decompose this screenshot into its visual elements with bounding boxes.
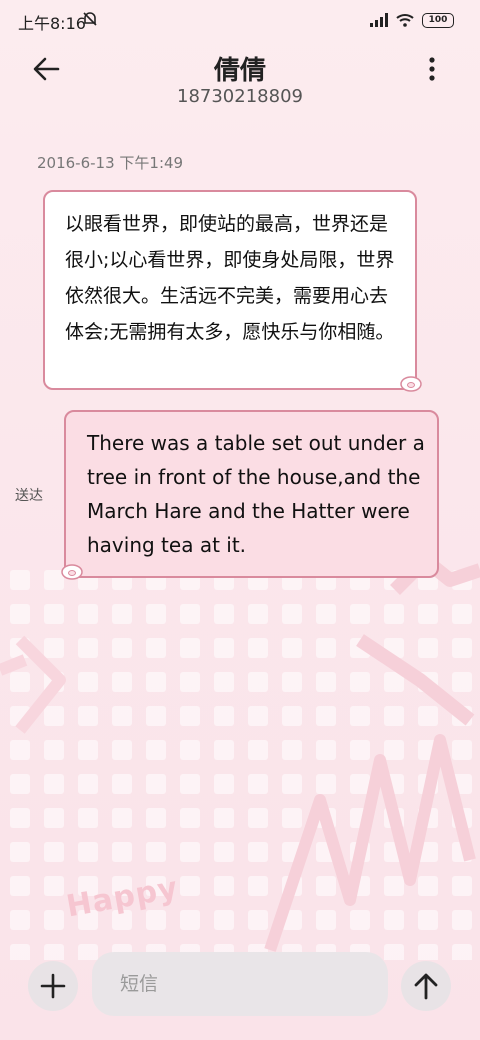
signal-icon (370, 13, 388, 27)
pig-sticker-icon (400, 376, 422, 392)
plus-icon (40, 973, 66, 999)
received-message-bubble[interactable]: 以眼看世界，即使站的最高，世界还是很小;以心看世界，即使身处局限，世界依然很大。… (43, 190, 422, 392)
conversation-header: 倩倩 18730218809 (0, 44, 480, 114)
more-vertical-icon[interactable] (420, 54, 444, 84)
add-attachment-button[interactable] (28, 961, 78, 1011)
pig-sticker-icon (61, 564, 83, 580)
message-input[interactable] (92, 952, 388, 1016)
sent-message-bubble[interactable]: There was a table set out under a tree i… (61, 410, 439, 580)
arrow-up-icon (414, 973, 438, 1000)
contact-name: 倩倩 (213, 56, 266, 86)
message-composer (0, 950, 480, 1030)
received-message-text: 以眼看世界，即使站的最高，世界还是很小;以心看世界，即使身处局限，世界依然很大。… (65, 213, 395, 343)
status-icons: 100 (370, 11, 454, 29)
wifi-icon (396, 14, 414, 27)
status-time: 上午8:16 (18, 14, 86, 33)
do-not-disturb-icon (83, 12, 97, 26)
sent-message-text: There was a table set out under a tree i… (87, 431, 425, 557)
status-bar: 上午8:16 100 (0, 0, 480, 40)
battery-indicator: 100 (422, 12, 454, 28)
message-timestamp: 2016-6-13 下午1:49 (37, 154, 184, 172)
contact-phone: 18730218809 (177, 86, 303, 107)
delivery-status: 送达 (15, 488, 43, 504)
send-button[interactable] (401, 961, 451, 1011)
